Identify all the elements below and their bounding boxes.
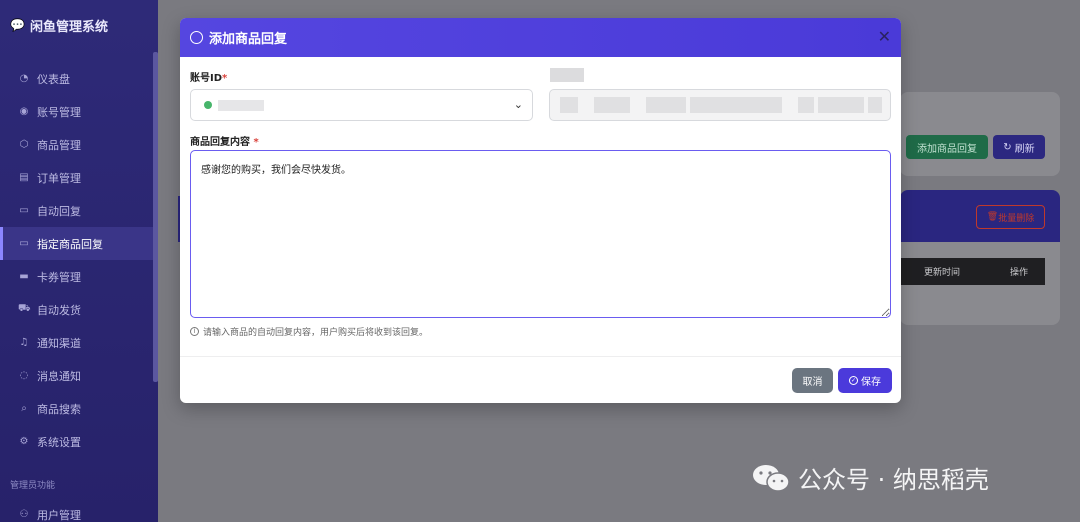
wechat-icon [753, 464, 790, 492]
users-icon: ⚇ [19, 509, 29, 520]
sidebar-item-auto-reply[interactable]: ▭ 自动回复 [0, 194, 158, 227]
sidebar-item-users[interactable]: ⚇ 用户管理 [0, 498, 158, 522]
sidebar-item-orders[interactable]: ▤ 订单管理 [0, 161, 158, 194]
masked-block [690, 97, 732, 113]
sidebar-nav: ◔ 仪表盘 ◉ 账号管理 ⬡ 商品管理 ▤ 订单管理 ▭ 自动回复 ▭ 指定商品回复 ▬ 卡券… [0, 62, 158, 458]
bulk-delete-label: 批量删除 [998, 213, 1035, 224]
sidebar-item-message-notify[interactable]: ◌ 消息通知 [0, 359, 158, 392]
sidebar: 💬 闲鱼管理系统 ◔ 仪表盘 ◉ 账号管理 ⬡ 商品管理 ▤ 订单管理 ▭ 自动回复 ▭ 指… [0, 0, 158, 522]
list-icon: ▤ [19, 172, 29, 183]
sidebar-item-label: 卡券管理 [37, 270, 81, 284]
account-id-label: 账号ID* [190, 69, 227, 84]
trash-icon: 🗑 [986, 212, 999, 222]
box-icon: ⬡ [19, 139, 29, 150]
table-card-header: 🗑 批量删除 [900, 190, 1060, 242]
sidebar-item-label: 系统设置 [37, 435, 81, 449]
save-label: 保存 [861, 377, 881, 388]
sidebar-item-auto-delivery[interactable]: ⛟ 自动发货 [0, 293, 158, 326]
sidebar-item-cards[interactable]: ▬ 卡券管理 [0, 260, 158, 293]
card-icon: ▬ [19, 271, 29, 282]
user-icon: ◉ [19, 106, 29, 117]
masked-block [798, 97, 814, 113]
toolbar-card [900, 92, 1060, 176]
brand: 💬 闲鱼管理系统 [0, 0, 158, 50]
column-header-updated: 更新时间 [924, 268, 961, 278]
watermark: 公众号 · 纳思稻壳 [752, 460, 989, 495]
sidebar-item-product-reply[interactable]: ▭ 指定商品回复 [0, 227, 158, 260]
refresh-icon: ↻ [1003, 141, 1012, 153]
search-icon: ⌕ [21, 403, 27, 414]
refresh-button[interactable]: ↻ 刷新 [993, 135, 1045, 159]
sidebar-item-label: 通知渠道 [37, 336, 81, 350]
column-header-actions: 操作 [1010, 268, 1029, 278]
sidebar-item-label: 指定商品回复 [37, 237, 103, 251]
gear-icon: ⚙ [19, 436, 29, 447]
sidebar-item-settings[interactable]: ⚙ 系统设置 [0, 425, 158, 458]
cancel-button[interactable]: 取消 [792, 368, 833, 393]
sidebar-item-products[interactable]: ⬡ 商品管理 [0, 128, 158, 161]
masked-account-value [218, 99, 264, 111]
masked-block [732, 97, 782, 113]
account-id-label-text: 账号ID [190, 73, 223, 84]
save-button[interactable]: ✓ 保存 [838, 368, 892, 393]
content-label: 商品回复内容 * [190, 133, 259, 148]
reply-content-textarea[interactable] [190, 150, 891, 318]
masked-product-field[interactable] [549, 89, 891, 121]
modal-header: 添加商品回复 ✕ [180, 18, 901, 57]
sidebar-item-label: 自动发货 [37, 303, 81, 317]
sidebar-item-label: 消息通知 [37, 369, 81, 383]
sidebar-item-label: 仪表盘 [37, 72, 70, 86]
table-header: 更新时间 操作 [900, 258, 1045, 285]
required-mark: * [222, 73, 228, 84]
admin-section-title: 管理员功能 [10, 481, 56, 491]
bell-icon: ♫ [19, 337, 29, 348]
sidebar-item-label: 商品搜索 [37, 402, 81, 416]
masked-block [594, 97, 630, 113]
account-id-select[interactable]: ⌄ [190, 89, 533, 121]
sidebar-item-accounts[interactable]: ◉ 账号管理 [0, 95, 158, 128]
watermark-text: 公众号 · 纳思稻壳 [798, 466, 989, 494]
required-mark: * [253, 137, 259, 148]
sidebar-item-notify-channels[interactable]: ♫ 通知渠道 [0, 326, 158, 359]
chat-bubble-icon: 💬 [10, 18, 25, 32]
brand-title: 闲鱼管理系统 [29, 19, 108, 35]
sidebar-item-label: 自动回复 [37, 204, 81, 218]
chevron-down-icon: ⌄ [513, 98, 523, 111]
sidebar-item-label: 用户管理 [37, 508, 81, 522]
truck-icon: ⛟ [18, 303, 31, 314]
message-icon: ◌ [19, 370, 29, 381]
chat-icon: ▭ [19, 238, 29, 249]
footer-divider [180, 356, 901, 357]
dashboard-icon: ◔ [19, 73, 29, 84]
masked-field-label [550, 68, 584, 82]
sidebar-item-label: 商品管理 [37, 138, 81, 152]
sidebar-item-product-search[interactable]: ⌕ 商品搜索 [0, 392, 158, 425]
chat-icon: ▭ [19, 205, 29, 216]
content-label-text: 商品回复内容 [190, 137, 250, 148]
modal-title: 添加商品回复 [209, 32, 288, 47]
info-icon: i [190, 327, 199, 336]
check-circle-icon: ✓ [849, 376, 858, 385]
add-product-reply-button[interactable]: 添加商品回复 [906, 135, 988, 159]
masked-block [560, 97, 578, 113]
status-dot-icon [204, 101, 212, 109]
masked-block [868, 97, 882, 113]
add-product-reply-modal: 添加商品回复 ✕ 账号ID* ⌄ 商品回复内容 * i 请输入商品的自动回复内容… [180, 18, 901, 403]
content-hint: i 请输入商品的自动回复内容，用户购买后将收到该回复。 [190, 325, 428, 338]
sidebar-item-label: 账号管理 [37, 105, 81, 119]
bulk-delete-button[interactable]: 🗑 批量删除 [976, 205, 1045, 229]
close-icon[interactable]: ✕ [878, 29, 891, 45]
chat-bubble-icon [190, 31, 203, 44]
masked-block [818, 97, 864, 113]
sidebar-item-dashboard[interactable]: ◔ 仪表盘 [0, 62, 158, 95]
refresh-label: 刷新 [1014, 143, 1035, 155]
masked-block [646, 97, 686, 113]
sidebar-item-label: 订单管理 [37, 171, 81, 185]
content-hint-text: 请输入商品的自动回复内容，用户购买后将收到该回复。 [203, 328, 429, 338]
